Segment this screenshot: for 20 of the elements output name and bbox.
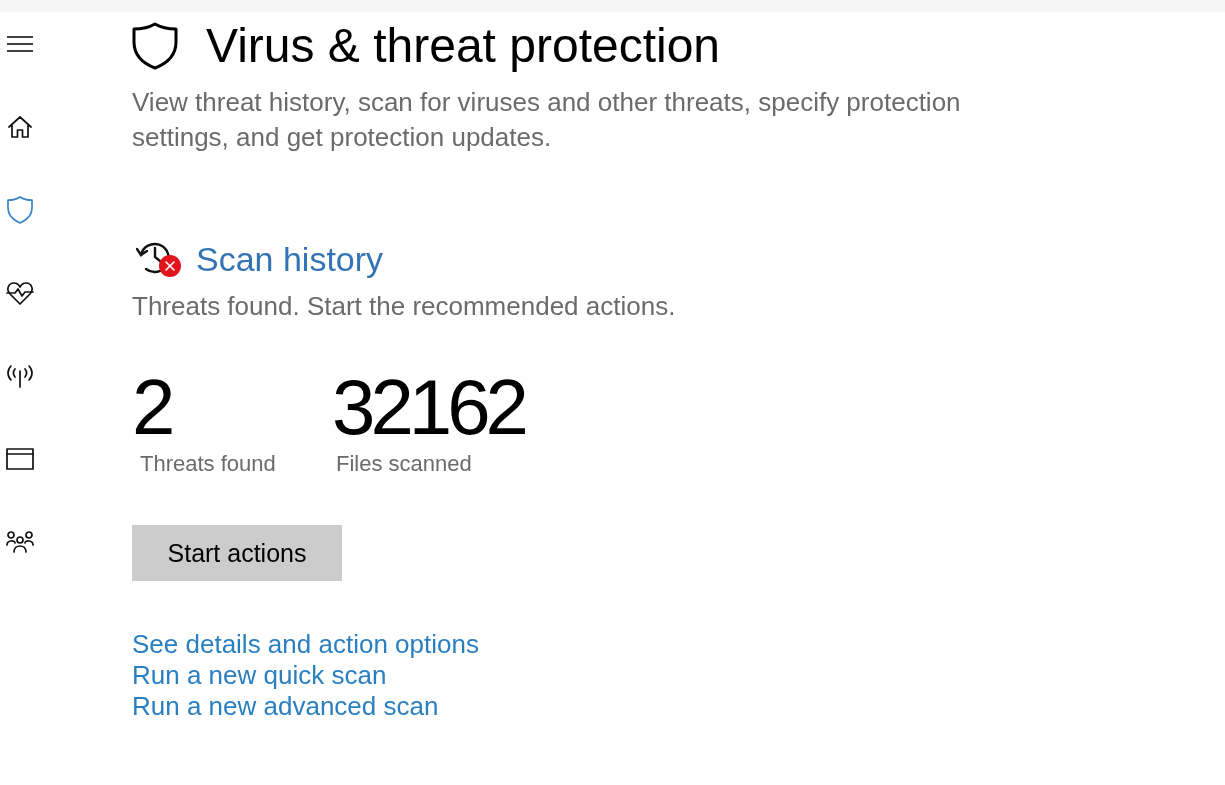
home-icon — [8, 116, 32, 138]
stat-value: 32162 — [332, 367, 524, 447]
antenna-signal-icon — [6, 364, 34, 388]
action-link[interactable]: Run a new quick scan — [132, 660, 387, 691]
shield-icon — [132, 22, 178, 70]
stat-label: Threats found — [140, 451, 276, 477]
stat-value: 2 — [132, 367, 171, 447]
action-link[interactable]: Run a new advanced scan — [132, 691, 439, 722]
stat-label: Files scanned — [336, 451, 472, 477]
action-link[interactable]: See details and action options — [132, 629, 479, 660]
page-description: View threat history, scan for viruses and other threats, specify protection settings, and get protection updates. — [132, 86, 962, 154]
family-icon — [6, 531, 34, 553]
start-actions-button[interactable]: Start actions — [132, 525, 342, 581]
heart-pulse-icon — [6, 281, 34, 305]
status-text: Threats found. Start the recommended actions. — [132, 291, 677, 321]
page-title: Virus & threat protection — [206, 20, 721, 72]
section-title: Scan history — [196, 239, 384, 279]
browser-window-icon — [6, 448, 34, 470]
shield-icon — [7, 196, 33, 224]
menu-icon — [7, 36, 33, 52]
